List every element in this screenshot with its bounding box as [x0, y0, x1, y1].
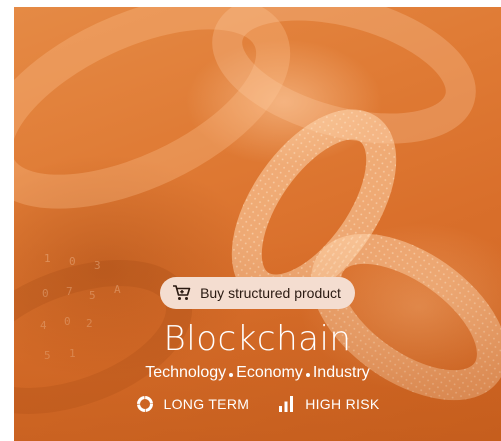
ring-icon [136, 395, 154, 413]
card-content: Buy structured product Blockchain Techno… [14, 277, 501, 413]
horizon-label: LONG TERM [163, 396, 250, 412]
product-card[interactable]: 103 075A 402 51 Buy structured product B… [14, 7, 501, 441]
bars-icon [277, 395, 295, 413]
tag-separator [305, 373, 310, 377]
product-title: Blockchain [163, 319, 352, 359]
buy-button-label: Buy structured product [200, 285, 341, 301]
tag-industry: Industry [312, 364, 370, 381]
risk-indicator: HIGH RISK [277, 395, 379, 413]
tag-list: Technology Economy Industry [145, 363, 370, 383]
tag-technology: Technology [145, 364, 227, 381]
risk-label: HIGH RISK [305, 396, 380, 412]
tag-separator [229, 373, 234, 377]
cart-icon [172, 284, 192, 302]
tag-economy: Economy [236, 364, 303, 381]
buy-structured-product-button[interactable]: Buy structured product [160, 277, 355, 309]
horizon-indicator: LONG TERM [136, 395, 250, 413]
product-meta: LONG TERM HIGH RISK [136, 395, 380, 413]
